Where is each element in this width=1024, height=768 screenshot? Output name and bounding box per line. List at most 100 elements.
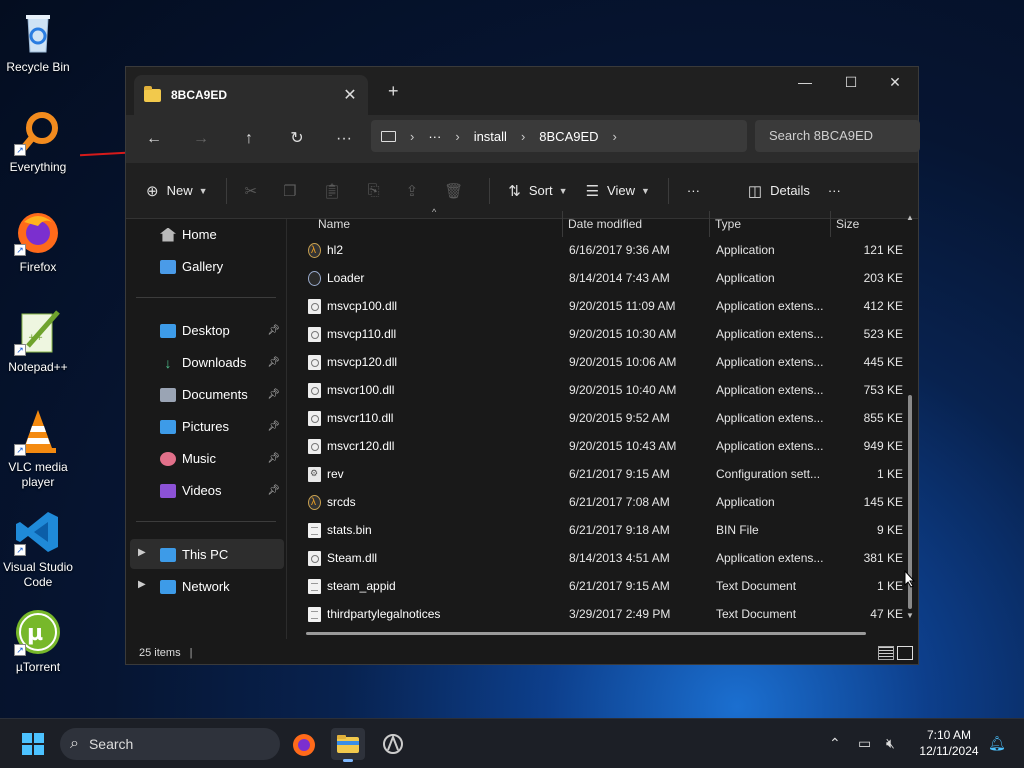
sidebar-item-music[interactable]: Music 📌︎ [160,451,280,466]
breadcrumb-ellipsis[interactable]: ··· [428,129,441,144]
chevron-right-icon[interactable]: ▶ [138,547,146,558]
pin-icon[interactable]: 📌︎ [267,325,280,336]
column-header-date[interactable]: Date modified [568,211,642,237]
pin-icon[interactable]: 📌︎ [267,453,280,464]
breadcrumb-install[interactable]: install [474,129,507,144]
pin-icon[interactable]: 📌︎ [267,421,280,432]
desktop-icon-vlc[interactable]: ↗ VLC media player [2,408,74,490]
paste-button[interactable]: 📋︎ [323,182,350,200]
share-button[interactable]: ⇪ [406,182,427,200]
table-row[interactable]: steam_appid 6/21/2017 9:15 AM Text Documen… [288,572,903,600]
sidebar-item-gallery[interactable]: Gallery [160,259,280,274]
pin-icon[interactable]: 📌︎ [267,389,280,400]
table-row[interactable]: msvcp110.dll 9/20/2015 10:30 AM Applicatio… [288,320,903,348]
forward-button[interactable]: → [185,127,217,151]
new-tab-button[interactable]: + [388,81,399,102]
sidebar-item-this-pc[interactable]: This PC [160,547,280,562]
display-icon[interactable]: ▭ [858,735,871,752]
sidebar-item-network[interactable]: Network [160,579,280,594]
back-button[interactable]: ← [138,127,170,151]
sidebar-item-desktop[interactable]: Desktop 📌︎ [160,323,280,338]
table-row[interactable]: msvcr120.dll 9/20/2015 10:43 AM Applicatio… [288,432,903,460]
delete-button[interactable]: 🗑︎ [444,182,471,200]
column-header-size[interactable]: Size [836,211,859,237]
scroll-down-icon[interactable]: ▼ [906,611,914,620]
desktop-icon-utorrent[interactable]: µ ↗ µTorrent [2,608,74,675]
pane-divider[interactable] [286,219,287,639]
up-button[interactable]: ↑ [233,127,265,151]
details-view-icon[interactable] [878,646,894,660]
sidebar-item-documents[interactable]: Documents 📌︎ [160,387,280,402]
table-row[interactable]: Loader 8/14/2014 7:43 AM Application 203 KE [288,264,903,292]
table-row[interactable]: Steam.dll 8/14/2013 4:51 AM Application ex… [288,544,903,572]
table-row[interactable]: rev 6/21/2017 9:15 AM Configuration sett..… [288,459,903,488]
refresh-button[interactable]: ↻ [281,127,313,151]
sidebar-item-home[interactable]: Home [160,227,280,242]
file-size: 47 KE [870,607,903,621]
table-row[interactable]: msvcp120.dll 9/20/2015 10:06 AM Applicatio… [288,348,903,376]
column-divider[interactable] [830,211,831,237]
desktop-icon-firefox[interactable]: ↗ Firefox [2,208,74,275]
file-date: 9/20/2015 10:06 AM [569,355,677,369]
search-input[interactable]: Search 8BCA9ED [755,120,920,152]
table-row[interactable]: stats.bin 6/21/2017 9:18 AM BIN File 9 KE [288,516,903,544]
vertical-scrollbar[interactable]: ▲ ▼ [906,213,916,620]
minimize-button[interactable]: — [782,67,828,97]
sidebar-item-pictures[interactable]: Pictures 📌︎ [160,419,280,434]
column-divider[interactable] [709,211,710,237]
sort-button[interactable]: ⇅ Sort ▼ [508,182,567,200]
chevron-up-icon[interactable]: ⌃ [829,735,841,752]
breadcrumb-separator[interactable]: › [521,129,525,144]
chevron-right-icon[interactable]: ▶ [138,579,146,590]
rename-button[interactable]: ⎘ [368,182,388,199]
more-nav-button[interactable]: ··· [328,127,360,151]
breadcrumb-separator[interactable]: › [613,129,617,144]
view-button[interactable]: ☰ View ▼ [586,182,650,200]
table-row[interactable]: msvcp100.dll 9/20/2015 11:09 AM Applicatio… [288,292,903,320]
cut-button[interactable]: ✂ [245,182,266,200]
this-pc-icon[interactable] [381,130,396,142]
sidebar-item-downloads[interactable]: ↓ Downloads 📌︎ [160,355,281,370]
scroll-up-icon[interactable]: ▲ [906,213,914,222]
table-row[interactable]: hl2 6/16/2017 9:36 AM Application 121 KE [288,236,903,265]
table-row[interactable]: msvcr100.dll 9/20/2015 10:40 AM Applicatio… [288,376,903,404]
horizontal-scrollbar[interactable] [306,632,866,635]
desktop-icon-recycle-bin[interactable]: Recycle Bin [2,8,74,75]
breadcrumb-8bca9ed[interactable]: 8BCA9ED [539,129,598,144]
taskbar-firefox[interactable] [287,728,321,760]
desktop-icon-everything[interactable]: ↗ Everything [2,108,74,175]
desktop-icon-notepadpp[interactable]: ++ ↗ Notepad++ [2,308,74,375]
close-button[interactable]: ✕ [872,67,918,97]
volume-muted-icon[interactable]: 🔇︎ [886,735,895,752]
tab-close-button[interactable]: ✕ [340,85,360,105]
table-row[interactable]: srcds 6/21/2017 7:08 AM Application 145 KE [288,488,903,517]
taskbar-app[interactable] [376,728,410,760]
maximize-button[interactable]: ☐ [828,67,874,97]
table-row[interactable]: msvcr110.dll 9/20/2015 9:52 AM Application… [288,404,903,432]
overflow-menu-button[interactable]: ··· [828,183,841,198]
tab-8bca9ed[interactable]: 8BCA9ED ✕ [134,75,368,115]
column-divider[interactable] [562,211,563,237]
column-header-type[interactable]: Type [715,211,741,237]
notification-bell-icon[interactable]: 🔔︎ [988,735,1006,752]
file-name: msvcr120.dll [327,439,395,453]
breadcrumb-separator[interactable]: › [410,129,414,144]
start-button[interactable] [16,728,50,760]
tiles-view-icon[interactable] [897,646,913,660]
pin-icon[interactable]: 📌︎ [267,357,280,368]
table-row[interactable]: thirdpartylegalnotices 3/29/2017 2:49 PM T… [288,600,903,628]
more-options-button[interactable]: ··· [687,183,700,198]
column-header-name[interactable]: Name [318,211,350,237]
desktop-icon-vscode[interactable]: ↗ Visual Studio Code [2,508,74,590]
copy-button[interactable]: ❐ [283,182,304,200]
details-button[interactable]: ◫ Details [748,182,810,200]
sidebar-item-videos[interactable]: Videos 📌︎ [160,483,280,498]
breadcrumb[interactable]: › ··· › install › 8BCA9ED › [371,120,747,152]
taskbar-search[interactable]: ⌕ Search [60,728,280,760]
clock[interactable]: 7:10 AM 12/11/2024 [914,727,984,759]
details-label: Details [770,183,810,198]
new-button[interactable]: ⊕ New ▼ [146,182,208,200]
breadcrumb-separator[interactable]: › [455,129,459,144]
taskbar-file-explorer[interactable] [331,728,365,762]
pin-icon[interactable]: 📌︎ [267,485,280,496]
